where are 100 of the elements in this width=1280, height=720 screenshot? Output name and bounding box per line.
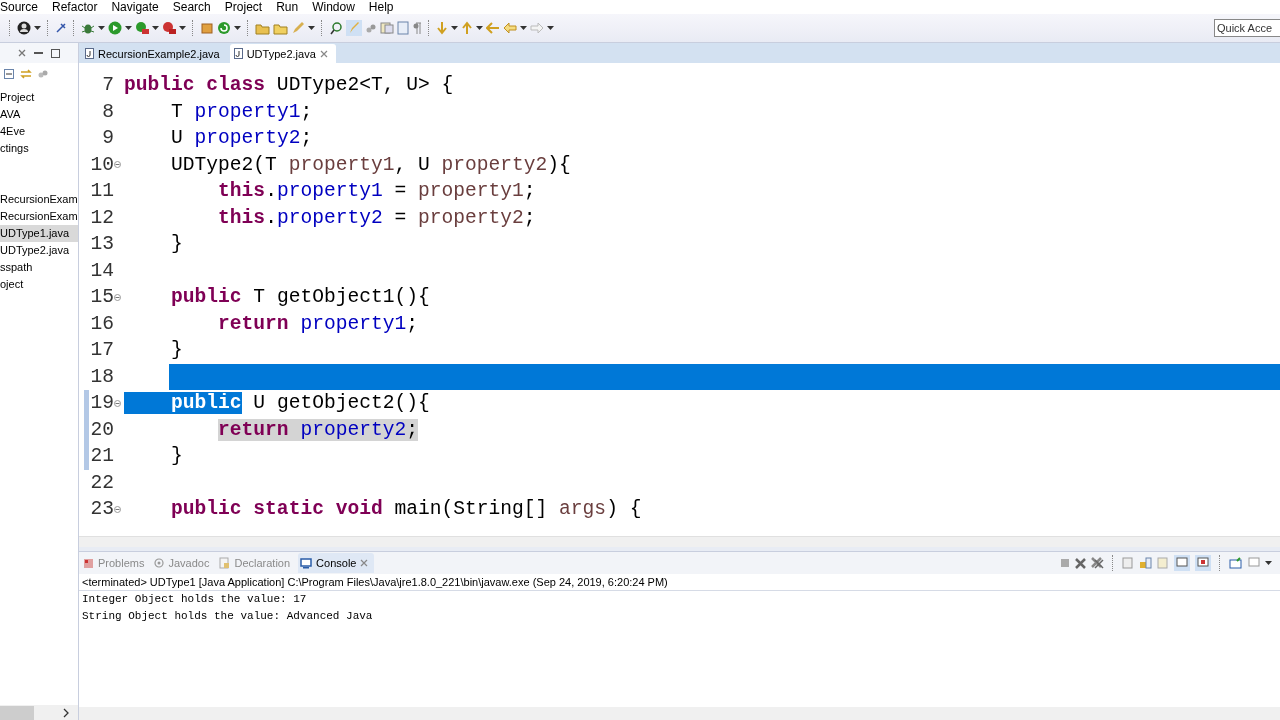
pilcrow-icon[interactable] — [412, 22, 422, 34]
menu-item[interactable]: Search — [172, 0, 211, 14]
menu-item[interactable]: Help — [368, 0, 394, 14]
tree-item[interactable]: ctings — [0, 140, 78, 157]
menu-item[interactable]: Source — [0, 0, 39, 14]
editor-tab[interactable]: RecursionExample2.java — [81, 44, 228, 63]
link-icon[interactable] — [20, 69, 32, 79]
code-line: } — [171, 233, 183, 256]
folder-icon[interactable] — [255, 21, 270, 35]
run-config-icon[interactable] — [135, 21, 149, 35]
caret-icon[interactable] — [34, 26, 41, 30]
monitor-icon[interactable] — [1248, 557, 1260, 569]
code-line: public U getObject2(){ — [171, 392, 430, 415]
remove-icon[interactable] — [1075, 557, 1086, 569]
code-line: this.property1 = property1; — [218, 180, 536, 203]
line-number: 15 — [89, 286, 114, 309]
tree-item[interactable]: UDType1.java — [0, 225, 78, 242]
dots-icon[interactable] — [365, 22, 377, 34]
caret-icon[interactable] — [125, 26, 132, 30]
line-number: 14 — [89, 259, 114, 282]
tree-item[interactable]: Project — [0, 89, 78, 106]
refresh-icon[interactable] — [217, 21, 231, 35]
caret-icon[interactable] — [308, 26, 315, 30]
tree-item[interactable]: sspath — [0, 259, 78, 276]
tree-item[interactable]: RecursionExam — [0, 191, 78, 208]
document-icon[interactable] — [1122, 557, 1134, 569]
close-icon[interactable] — [319, 49, 328, 58]
menu-item[interactable]: Window — [312, 0, 355, 14]
document-icon[interactable] — [397, 21, 409, 35]
code-line: public T getObject1(){ — [171, 286, 430, 309]
line-number: 17 — [89, 339, 114, 362]
code-line: public class UDType2<T, U> { — [124, 74, 454, 97]
tree-item[interactable]: oject — [0, 276, 78, 293]
fold-icon[interactable] — [114, 293, 121, 301]
documents-icon[interactable] — [380, 21, 394, 35]
caret-icon[interactable] — [547, 26, 554, 30]
code-line: UDType2(T property1, U property2){ — [171, 153, 571, 176]
line-number: 9 — [101, 127, 114, 150]
line-number: 11 — [89, 180, 114, 203]
run-icon[interactable] — [108, 21, 122, 35]
scrollbar[interactable] — [79, 707, 1280, 720]
line-number: 16 — [89, 312, 114, 335]
search-icon[interactable] — [329, 21, 343, 35]
scrollbar[interactable] — [79, 536, 1280, 547]
package-icon[interactable] — [200, 21, 214, 35]
selection-highlight — [124, 392, 172, 415]
line-number: 18 — [89, 365, 114, 388]
quick-access-field[interactable]: Quick Acce — [1214, 19, 1280, 37]
fold-icon[interactable] — [114, 399, 121, 407]
caret-icon[interactable] — [451, 26, 458, 30]
line-number: 20 — [89, 418, 114, 441]
caret-icon[interactable] — [234, 26, 241, 30]
menu-item[interactable]: Project — [224, 0, 263, 14]
tree-item[interactable]: AVA — [0, 106, 78, 123]
collapse-icon[interactable] — [4, 69, 14, 79]
caret-icon[interactable] — [179, 26, 186, 30]
dots-icon[interactable] — [38, 69, 48, 79]
lock-icon[interactable] — [1139, 557, 1152, 569]
line-number: 23 — [89, 498, 114, 521]
scrollbar-thumb[interactable] — [0, 706, 34, 720]
line-number: 7 — [101, 74, 114, 97]
code-line: this.property2 = property2; — [218, 206, 536, 229]
menu-item[interactable]: Run — [276, 0, 299, 14]
console-output-line: Integer Object holds the value: 17 — [81, 592, 308, 607]
close-icon[interactable] — [360, 559, 369, 567]
pin-icon[interactable] — [55, 22, 67, 34]
tree-item[interactable]: 4Eve — [0, 123, 78, 140]
folder-icon[interactable] — [273, 21, 288, 35]
pin-console-icon[interactable] — [1174, 555, 1190, 571]
fold-icon[interactable] — [114, 161, 121, 169]
new-console-icon[interactable] — [1229, 557, 1243, 569]
tree-item[interactable]: UDType2.java — [0, 242, 78, 259]
line-number: 13 — [89, 233, 114, 256]
menu-item[interactable]: Navigate — [111, 0, 159, 14]
problems-icon — [83, 557, 94, 569]
line-number: 21 — [89, 445, 114, 468]
document-icon — [219, 557, 231, 569]
monitor-icon — [300, 557, 313, 569]
panel-tab[interactable]: Console — [298, 553, 375, 573]
code-line: U property2; — [171, 127, 313, 150]
caret-icon[interactable] — [152, 26, 159, 30]
code-line: T property1; — [171, 100, 313, 123]
scroll-right-icon[interactable] — [62, 708, 70, 718]
remove-all-icon[interactable] — [1091, 557, 1104, 569]
person-icon[interactable] — [17, 21, 31, 35]
stop-config-icon[interactable] — [162, 21, 176, 35]
caret-icon[interactable] — [98, 26, 105, 30]
editor-tab[interactable]: UDType2.java — [229, 44, 336, 63]
close-icon[interactable] — [18, 49, 26, 57]
console-output-line: String Object holds the value: Advanced Java — [81, 609, 374, 624]
stop-icon[interactable] — [1060, 558, 1070, 568]
caret-icon[interactable] — [476, 26, 483, 30]
menu-item[interactable]: Refactor — [52, 0, 98, 14]
pin-console-icon[interactable] — [1195, 555, 1211, 571]
tree-item[interactable]: RecursionExam — [0, 208, 78, 225]
fold-icon[interactable] — [114, 505, 121, 513]
maximize-icon[interactable] — [51, 48, 60, 58]
line-number: 10 — [89, 153, 114, 176]
caret-icon[interactable] — [520, 26, 527, 30]
caret-icon[interactable] — [1265, 561, 1272, 565]
